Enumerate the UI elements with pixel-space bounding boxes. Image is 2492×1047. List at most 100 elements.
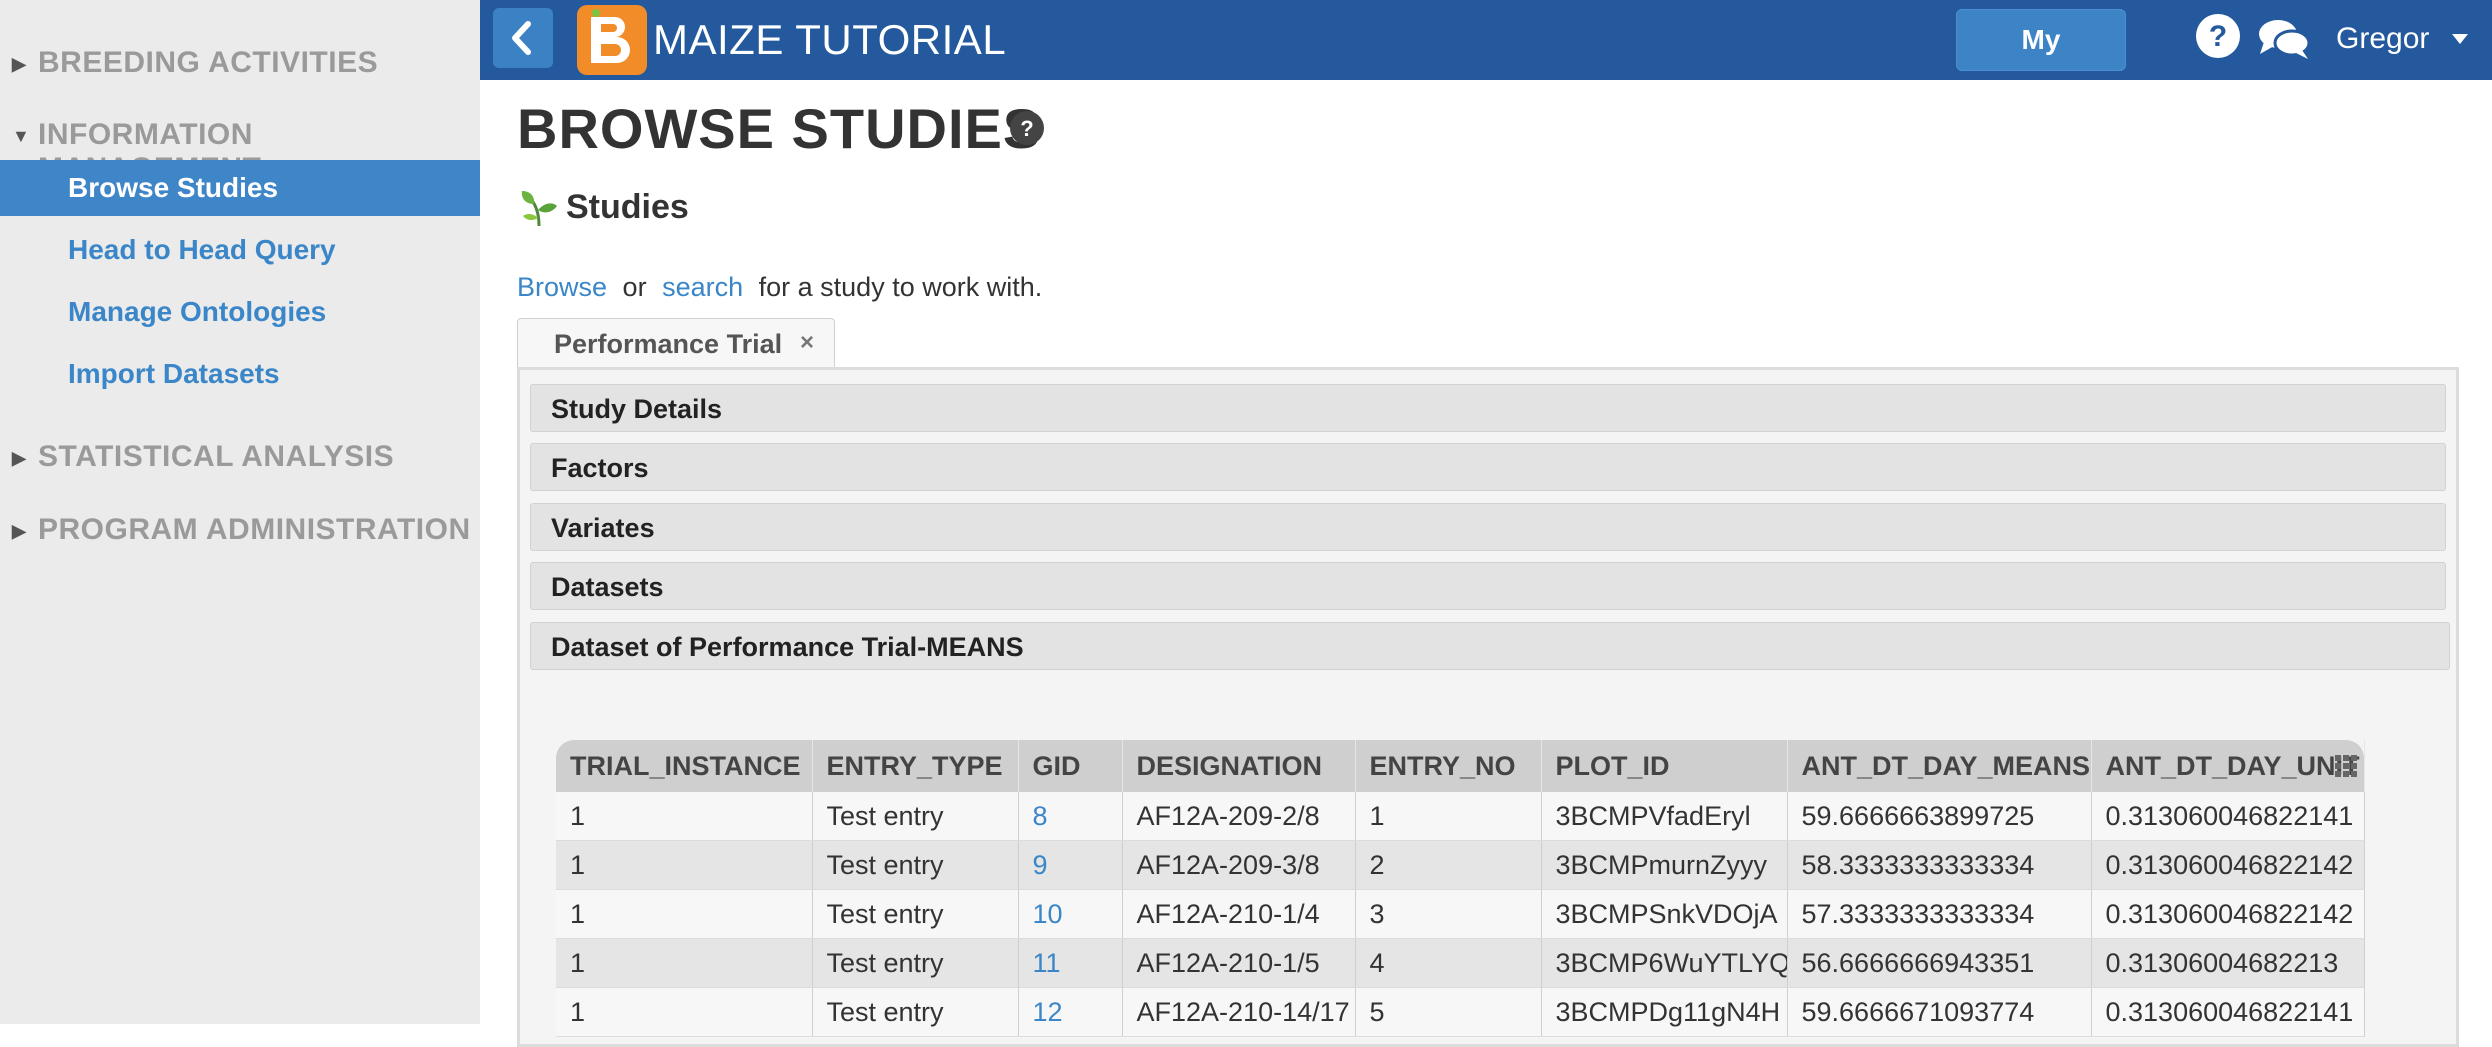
table-row: 1 Test entry 8 AF12A-209-2/8 1 3BCMPVfad… bbox=[556, 792, 2365, 841]
tab-performance-trial[interactable]: Performance Trial × bbox=[517, 318, 835, 367]
triangle-right-icon: ▶ bbox=[12, 448, 27, 468]
table-cell: 3 bbox=[1355, 889, 1542, 939]
table-cell: 4 bbox=[1355, 938, 1542, 988]
my-programs-button[interactable]: My Programs bbox=[1956, 9, 2126, 115]
column-header[interactable]: ANT_DT_DAY_MEANS bbox=[1787, 740, 2092, 792]
svg-text:?: ? bbox=[1020, 116, 1033, 141]
accordion-variates[interactable]: Variates bbox=[530, 503, 2446, 551]
help-icon[interactable]: ? bbox=[1009, 110, 1045, 146]
gid-link[interactable]: 8 bbox=[1018, 792, 1123, 841]
accordion-label: Variates bbox=[551, 513, 655, 543]
triangle-down-icon: ▼ bbox=[12, 126, 31, 146]
table-cell: 3BCMP6WuYTLYQ bbox=[1541, 938, 1788, 988]
sprout-icon bbox=[521, 191, 557, 227]
caret-down-icon[interactable] bbox=[2450, 32, 2470, 46]
table-cell: 0.31306004682213 bbox=[2091, 938, 2365, 988]
sidebar-section-label: STATISTICAL ANALYSIS bbox=[38, 440, 395, 473]
accordion-dataset-means[interactable]: Dataset of Performance Trial-MEANS bbox=[530, 622, 2450, 670]
table-cell: 3BCMPVfadEryl bbox=[1541, 792, 1788, 841]
browse-link[interactable]: Browse bbox=[517, 272, 607, 302]
sidebar-item-head-to-head-query[interactable]: Head to Head Query bbox=[0, 222, 480, 278]
sidebar-section-label: PROGRAM ADMINISTRATION bbox=[38, 513, 471, 546]
table-cell: AF12A-210-1/4 bbox=[1122, 889, 1356, 939]
table-cell: AF12A-210-1/5 bbox=[1122, 938, 1356, 988]
sidebar-item-browse-studies[interactable]: Browse Studies bbox=[0, 160, 480, 216]
column-header[interactable]: ENTRY_TYPE bbox=[812, 740, 1019, 792]
table-row: 1 Test entry 12 AF12A-210-14/17 5 3BCMPD… bbox=[556, 987, 2365, 1037]
table-cell: 1 bbox=[556, 987, 813, 1037]
table-cell: 56.6666666943351 bbox=[1787, 938, 2092, 988]
sidebar-item-label: Import Datasets bbox=[68, 358, 280, 389]
sidebar: ▶ BREEDING ACTIVITIES ▼ INFORMATION MANA… bbox=[0, 0, 480, 1024]
column-header[interactable]: DESIGNATION bbox=[1122, 740, 1356, 792]
accordion-factors[interactable]: Factors bbox=[530, 443, 2446, 491]
section-heading: Studies bbox=[566, 188, 689, 226]
gid-link[interactable]: 9 bbox=[1018, 840, 1123, 890]
triangle-right-icon: ▶ bbox=[12, 521, 27, 541]
tab-label: Performance Trial bbox=[554, 329, 783, 359]
table-cell: Test entry bbox=[812, 792, 1019, 841]
gid-link[interactable]: 11 bbox=[1018, 938, 1123, 988]
table-cell: 1 bbox=[556, 889, 813, 939]
table-cell: 1 bbox=[556, 792, 813, 841]
help-icon[interactable]: ? bbox=[2194, 12, 2242, 60]
table-cell: Test entry bbox=[812, 889, 1019, 939]
table-cell: 0.313060046822142 bbox=[2091, 840, 2365, 890]
intro-text: Browse or search for a study to work wit… bbox=[517, 272, 1042, 303]
table-cell: Test entry bbox=[812, 840, 1019, 890]
back-arrow-icon bbox=[512, 21, 531, 55]
sidebar-section-statistical-analysis[interactable]: ▶ STATISTICAL ANALYSIS bbox=[0, 438, 480, 478]
table-row: 1 Test entry 11 AF12A-210-1/5 4 3BCMP6Wu… bbox=[556, 938, 2365, 988]
table-cell: AF12A-209-2/8 bbox=[1122, 792, 1356, 841]
sidebar-item-label: Manage Ontologies bbox=[68, 296, 327, 327]
column-header[interactable]: ANT_DT_DAY_UNIT bbox=[2091, 740, 2365, 792]
table-cell: 2 bbox=[1355, 840, 1542, 890]
sidebar-section-breeding-activities[interactable]: ▶ BREEDING ACTIVITIES bbox=[0, 44, 480, 84]
table-cell: AF12A-209-3/8 bbox=[1122, 840, 1356, 890]
table-header-row: TRIAL_INSTANCE ENTRY_TYPE GID DESIGNATIO… bbox=[556, 740, 2365, 792]
accordion-study-details[interactable]: Study Details bbox=[530, 384, 2446, 432]
column-header[interactable]: PLOT_ID bbox=[1541, 740, 1788, 792]
table-cell: 5 bbox=[1355, 987, 1542, 1037]
page-title: BROWSE STUDIES bbox=[517, 97, 1042, 160]
user-menu[interactable]: Gregor bbox=[2336, 22, 2429, 56]
column-picker-icon[interactable] bbox=[2334, 754, 2358, 778]
table-cell: 3BCMPDg11gN4H bbox=[1541, 987, 1788, 1037]
table-row: 1 Test entry 9 AF12A-209-3/8 2 3BCMPmurn… bbox=[556, 840, 2365, 890]
column-header[interactable]: GID bbox=[1018, 740, 1123, 792]
app-logo-icon bbox=[577, 5, 647, 75]
table-cell: 1 bbox=[1355, 792, 1542, 841]
table-cell: 0.313060046822142 bbox=[2091, 889, 2365, 939]
column-header[interactable]: ENTRY_NO bbox=[1355, 740, 1542, 792]
back-button[interactable] bbox=[493, 8, 553, 68]
chat-icon[interactable] bbox=[2256, 16, 2312, 62]
table-cell: 0.313060046822141 bbox=[2091, 792, 2365, 841]
search-link[interactable]: search bbox=[662, 272, 743, 302]
accordion-label: Factors bbox=[551, 453, 649, 483]
sidebar-item-manage-ontologies[interactable]: Manage Ontologies bbox=[0, 284, 480, 340]
accordion-datasets[interactable]: Datasets bbox=[530, 562, 2446, 610]
sidebar-section-information-management[interactable]: ▼ INFORMATION MANAGEMENT bbox=[0, 116, 480, 185]
table-cell: 3BCMPmurnZyyy bbox=[1541, 840, 1788, 890]
table-cell: Test entry bbox=[812, 938, 1019, 988]
table-cell: 57.3333333333334 bbox=[1787, 889, 2092, 939]
table-cell: 59.6666663899725 bbox=[1787, 792, 2092, 841]
sidebar-item-label: Browse Studies bbox=[68, 172, 279, 203]
column-header[interactable]: TRIAL_INSTANCE bbox=[556, 740, 813, 792]
table-cell: AF12A-210-14/17 bbox=[1122, 987, 1356, 1037]
table-cell: 3BCMPSnkVDOjA bbox=[1541, 889, 1788, 939]
close-icon[interactable]: × bbox=[800, 329, 814, 357]
gid-link[interactable]: 12 bbox=[1018, 987, 1123, 1037]
sidebar-section-program-administration[interactable]: ▶ PROGRAM ADMINISTRATION bbox=[0, 511, 480, 551]
intro-rest: for a study to work with. bbox=[758, 272, 1043, 302]
data-table: TRIAL_INSTANCE ENTRY_TYPE GID DESIGNATIO… bbox=[556, 740, 2365, 1037]
table-row: 1 Test entry 10 AF12A-210-1/4 3 3BCMPSnk… bbox=[556, 889, 2365, 939]
triangle-right-icon: ▶ bbox=[12, 54, 27, 74]
table-cell: Test entry bbox=[812, 987, 1019, 1037]
accordion-label: Datasets bbox=[551, 572, 664, 602]
intro-or: or bbox=[622, 272, 647, 302]
sidebar-item-import-datasets[interactable]: Import Datasets bbox=[0, 346, 480, 402]
table-cell: 58.3333333333334 bbox=[1787, 840, 2092, 890]
gid-link[interactable]: 10 bbox=[1018, 889, 1123, 939]
table-cell: 0.313060046822141 bbox=[2091, 987, 2365, 1037]
